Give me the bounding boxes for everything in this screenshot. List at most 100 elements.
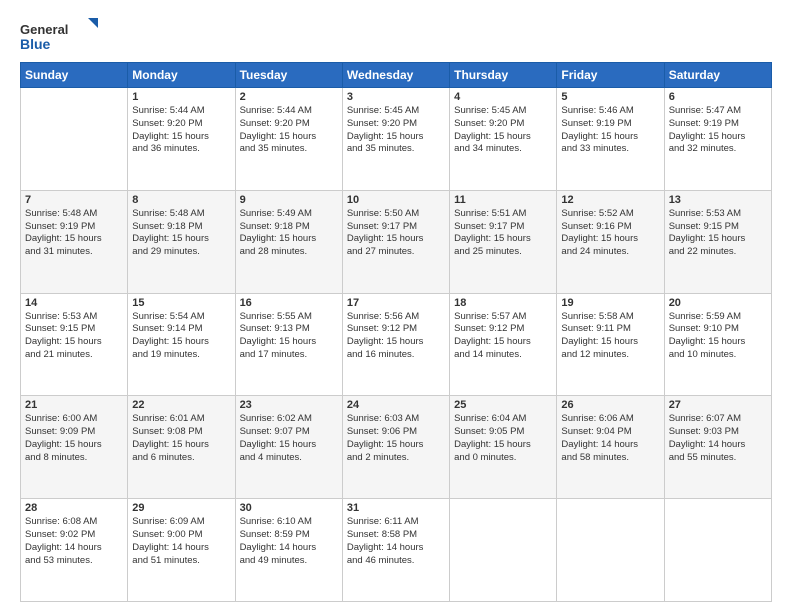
day-info: Sunrise: 5:53 AM Sunset: 9:15 PM Dayligh…	[669, 208, 767, 259]
calendar-cell	[450, 499, 557, 602]
day-info: Sunrise: 6:02 AM Sunset: 9:07 PM Dayligh…	[240, 413, 338, 464]
day-number: 11	[454, 194, 552, 206]
col-tuesday: Tuesday	[235, 63, 342, 88]
calendar-cell: 30 Sunrise: 6:10 AM Sunset: 8:59 PM Dayli…	[235, 499, 342, 602]
calendar-cell: 10 Sunrise: 5:50 AM Sunset: 9:17 PM Dayli…	[342, 190, 449, 293]
col-wednesday: Wednesday	[342, 63, 449, 88]
day-info: Sunrise: 6:08 AM Sunset: 9:02 PM Dayligh…	[25, 516, 123, 567]
calendar-week-4: 21 Sunrise: 6:00 AM Sunset: 9:09 PM Dayli…	[21, 396, 772, 499]
day-number: 5	[561, 91, 659, 103]
col-friday: Friday	[557, 63, 664, 88]
day-number: 8	[132, 194, 230, 206]
calendar-cell: 26 Sunrise: 6:06 AM Sunset: 9:04 PM Dayli…	[557, 396, 664, 499]
calendar-cell	[557, 499, 664, 602]
calendar-week-5: 28 Sunrise: 6:08 AM Sunset: 9:02 PM Dayli…	[21, 499, 772, 602]
calendar-cell: 31 Sunrise: 6:11 AM Sunset: 8:58 PM Dayli…	[342, 499, 449, 602]
day-number: 16	[240, 297, 338, 309]
col-thursday: Thursday	[450, 63, 557, 88]
calendar-cell	[21, 88, 128, 191]
day-number: 3	[347, 91, 445, 103]
day-info: Sunrise: 5:44 AM Sunset: 9:20 PM Dayligh…	[132, 105, 230, 156]
day-info: Sunrise: 5:45 AM Sunset: 9:20 PM Dayligh…	[347, 105, 445, 156]
day-info: Sunrise: 6:09 AM Sunset: 9:00 PM Dayligh…	[132, 516, 230, 567]
logo: General Blue	[20, 16, 100, 52]
day-info: Sunrise: 5:46 AM Sunset: 9:19 PM Dayligh…	[561, 105, 659, 156]
calendar-cell: 16 Sunrise: 5:55 AM Sunset: 9:13 PM Dayli…	[235, 293, 342, 396]
day-info: Sunrise: 6:10 AM Sunset: 8:59 PM Dayligh…	[240, 516, 338, 567]
day-number: 13	[669, 194, 767, 206]
calendar: Sunday Monday Tuesday Wednesday Thursday…	[20, 62, 772, 602]
calendar-cell: 25 Sunrise: 6:04 AM Sunset: 9:05 PM Dayli…	[450, 396, 557, 499]
col-monday: Monday	[128, 63, 235, 88]
calendar-cell: 7 Sunrise: 5:48 AM Sunset: 9:19 PM Daylig…	[21, 190, 128, 293]
calendar-cell: 3 Sunrise: 5:45 AM Sunset: 9:20 PM Daylig…	[342, 88, 449, 191]
calendar-week-2: 7 Sunrise: 5:48 AM Sunset: 9:19 PM Daylig…	[21, 190, 772, 293]
day-number: 26	[561, 399, 659, 411]
calendar-cell: 15Sunrise: 5:54 AM Sunset: 9:14 PM Dayli…	[128, 293, 235, 396]
day-number: 10	[347, 194, 445, 206]
calendar-cell: 9 Sunrise: 5:49 AM Sunset: 9:18 PM Daylig…	[235, 190, 342, 293]
day-number: 15	[132, 297, 230, 309]
day-info: Sunrise: 6:00 AM Sunset: 9:09 PM Dayligh…	[25, 413, 123, 464]
calendar-cell: 8 Sunrise: 5:48 AM Sunset: 9:18 PM Daylig…	[128, 190, 235, 293]
day-info: Sunrise: 5:45 AM Sunset: 9:20 PM Dayligh…	[454, 105, 552, 156]
day-number: 12	[561, 194, 659, 206]
calendar-cell: 13 Sunrise: 5:53 AM Sunset: 9:15 PM Dayli…	[664, 190, 771, 293]
day-info: Sunrise: 5:59 AM Sunset: 9:10 PM Dayligh…	[669, 311, 767, 362]
day-info: Sunrise: 5:50 AM Sunset: 9:17 PM Dayligh…	[347, 208, 445, 259]
calendar-cell: 19 Sunrise: 5:58 AM Sunset: 9:11 PM Dayli…	[557, 293, 664, 396]
col-saturday: Saturday	[664, 63, 771, 88]
day-info: Sunrise: 5:51 AM Sunset: 9:17 PM Dayligh…	[454, 208, 552, 259]
day-info: Sunrise: 6:06 AM Sunset: 9:04 PM Dayligh…	[561, 413, 659, 464]
header: General Blue	[20, 16, 772, 52]
day-info: Sunrise: 5:44 AM Sunset: 9:20 PM Dayligh…	[240, 105, 338, 156]
day-number: 7	[25, 194, 123, 206]
day-number: 1	[132, 91, 230, 103]
day-info: Sunrise: 5:55 AM Sunset: 9:13 PM Dayligh…	[240, 311, 338, 362]
calendar-week-1: 1 Sunrise: 5:44 AM Sunset: 9:20 PM Daylig…	[21, 88, 772, 191]
calendar-cell: 24 Sunrise: 6:03 AM Sunset: 9:06 PM Dayli…	[342, 396, 449, 499]
day-number: 23	[240, 399, 338, 411]
page: General Blue Sunday Monday Tuesday Wedne…	[0, 0, 792, 612]
day-info: Sunrise: 5:48 AM Sunset: 9:19 PM Dayligh…	[25, 208, 123, 259]
day-info: Sunrise: 6:03 AM Sunset: 9:06 PM Dayligh…	[347, 413, 445, 464]
calendar-cell: 6Sunrise: 5:47 AM Sunset: 9:19 PM Daylig…	[664, 88, 771, 191]
day-info: Sunrise: 6:11 AM Sunset: 8:58 PM Dayligh…	[347, 516, 445, 567]
calendar-cell: 27Sunrise: 6:07 AM Sunset: 9:03 PM Dayli…	[664, 396, 771, 499]
day-number: 21	[25, 399, 123, 411]
day-number: 25	[454, 399, 552, 411]
day-number: 18	[454, 297, 552, 309]
calendar-header-row: Sunday Monday Tuesday Wednesday Thursday…	[21, 63, 772, 88]
day-info: Sunrise: 5:49 AM Sunset: 9:18 PM Dayligh…	[240, 208, 338, 259]
day-number: 22	[132, 399, 230, 411]
day-info: Sunrise: 5:58 AM Sunset: 9:11 PM Dayligh…	[561, 311, 659, 362]
calendar-cell: 14Sunrise: 5:53 AM Sunset: 9:15 PM Dayli…	[21, 293, 128, 396]
day-number: 24	[347, 399, 445, 411]
day-number: 17	[347, 297, 445, 309]
calendar-cell: 22Sunrise: 6:01 AM Sunset: 9:08 PM Dayli…	[128, 396, 235, 499]
day-number: 27	[669, 399, 767, 411]
svg-text:Blue: Blue	[20, 36, 51, 52]
logo-icon: General Blue	[20, 16, 100, 52]
calendar-cell: 1 Sunrise: 5:44 AM Sunset: 9:20 PM Daylig…	[128, 88, 235, 191]
day-number: 9	[240, 194, 338, 206]
calendar-cell: 20Sunrise: 5:59 AM Sunset: 9:10 PM Dayli…	[664, 293, 771, 396]
calendar-cell: 4 Sunrise: 5:45 AM Sunset: 9:20 PM Daylig…	[450, 88, 557, 191]
calendar-cell: 11 Sunrise: 5:51 AM Sunset: 9:17 PM Dayli…	[450, 190, 557, 293]
day-number: 28	[25, 502, 123, 514]
day-info: Sunrise: 5:52 AM Sunset: 9:16 PM Dayligh…	[561, 208, 659, 259]
day-number: 31	[347, 502, 445, 514]
day-number: 19	[561, 297, 659, 309]
calendar-cell: 2Sunrise: 5:44 AM Sunset: 9:20 PM Daylig…	[235, 88, 342, 191]
day-info: Sunrise: 5:56 AM Sunset: 9:12 PM Dayligh…	[347, 311, 445, 362]
calendar-cell: 28 Sunrise: 6:08 AM Sunset: 9:02 PM Dayli…	[21, 499, 128, 602]
calendar-cell: 29Sunrise: 6:09 AM Sunset: 9:00 PM Dayli…	[128, 499, 235, 602]
day-number: 4	[454, 91, 552, 103]
day-number: 30	[240, 502, 338, 514]
calendar-cell: 17 Sunrise: 5:56 AM Sunset: 9:12 PM Dayli…	[342, 293, 449, 396]
day-info: Sunrise: 5:47 AM Sunset: 9:19 PM Dayligh…	[669, 105, 767, 156]
day-info: Sunrise: 6:04 AM Sunset: 9:05 PM Dayligh…	[454, 413, 552, 464]
svg-text:General: General	[20, 22, 68, 37]
day-info: Sunrise: 5:48 AM Sunset: 9:18 PM Dayligh…	[132, 208, 230, 259]
day-info: Sunrise: 5:53 AM Sunset: 9:15 PM Dayligh…	[25, 311, 123, 362]
